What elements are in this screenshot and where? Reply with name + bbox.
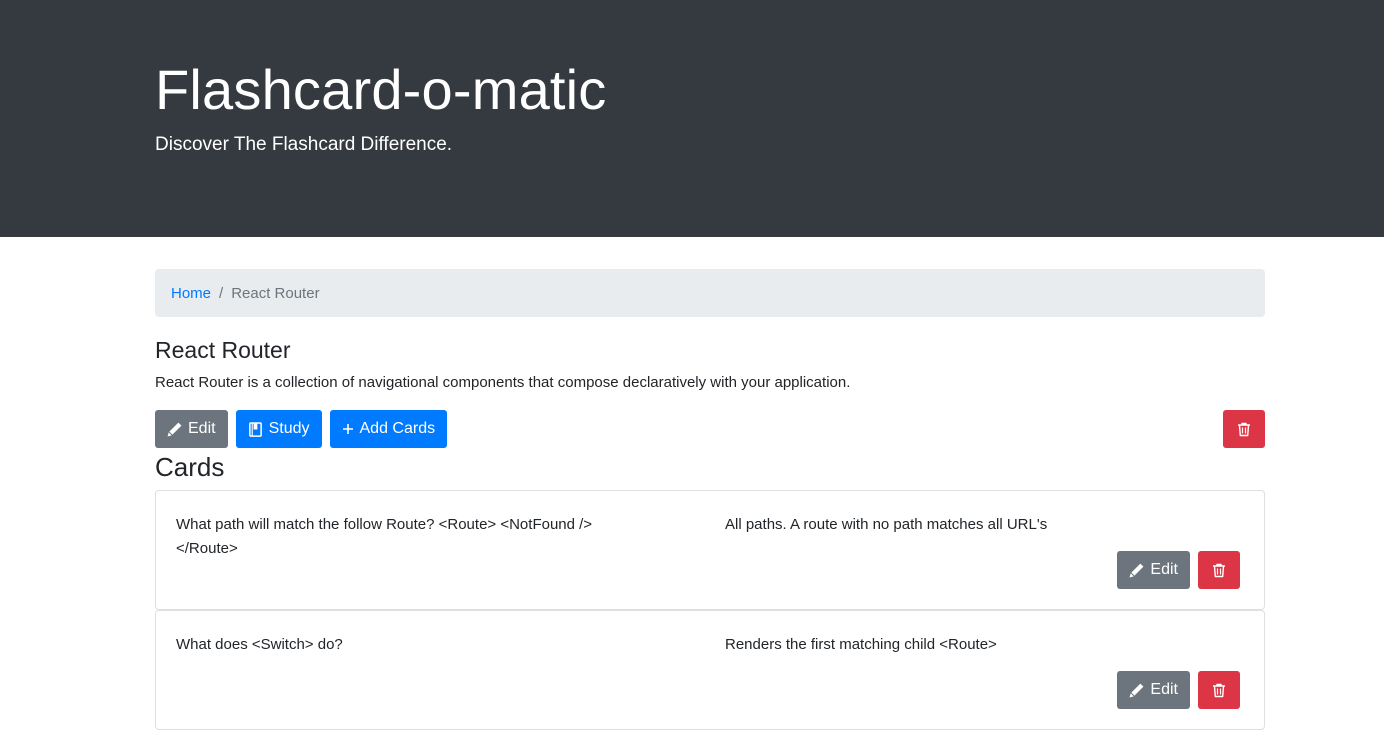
card-item: What does <Switch> do? Renders the first…	[155, 610, 1265, 730]
breadcrumb-home-link[interactable]: Home	[171, 285, 211, 302]
breadcrumb-separator: /	[219, 284, 224, 302]
trash-icon	[1211, 562, 1227, 578]
delete-deck-button[interactable]	[1223, 410, 1265, 448]
add-cards-label: Add Cards	[359, 420, 436, 437]
trash-icon	[1236, 421, 1252, 437]
edit-card-label: Edit	[1150, 561, 1178, 578]
edit-card-label: Edit	[1150, 681, 1178, 698]
card-back-text: Renders the first matching child <Route>	[725, 636, 997, 653]
deck-title: React Router	[155, 337, 291, 363]
card-actions: Edit	[1117, 671, 1240, 709]
edit-card-button[interactable]: Edit	[1117, 671, 1190, 709]
edit-deck-label: Edit	[188, 420, 216, 437]
breadcrumb-current: React Router	[231, 284, 320, 302]
pencil-icon	[167, 422, 182, 437]
app-title: Flashcard-o-matic	[155, 58, 607, 121]
card-item: What path will match the follow Route? <…	[155, 490, 1265, 610]
app-tagline: Discover The Flashcard Difference.	[155, 134, 453, 155]
header-jumbotron: Flashcard-o-matic Discover The Flashcard…	[0, 0, 1384, 237]
breadcrumb: Home / React Router	[155, 269, 1265, 317]
delete-card-button[interactable]	[1198, 671, 1240, 709]
deck-actions: Edit Study Add Cards	[155, 410, 448, 448]
add-cards-button[interactable]: Add Cards	[329, 410, 448, 448]
card-actions: Edit	[1117, 551, 1240, 589]
delete-card-button[interactable]	[1198, 551, 1240, 589]
card-back-text: All paths. A route with no path matches …	[725, 516, 1048, 533]
cards-heading: Cards	[155, 452, 225, 482]
study-label: Study	[268, 420, 310, 437]
plus-icon	[342, 423, 354, 435]
card-front-text: What does <Switch> do?	[176, 636, 343, 653]
study-button[interactable]: Study	[235, 410, 322, 448]
trash-icon	[1211, 682, 1227, 698]
edit-card-button[interactable]: Edit	[1117, 551, 1190, 589]
book-icon	[248, 421, 263, 437]
pencil-icon	[1129, 563, 1144, 578]
deck-description: React Router is a collection of navigati…	[155, 374, 851, 391]
pencil-icon	[1129, 683, 1144, 698]
card-front-text: What path will match the follow Route? <…	[176, 516, 593, 557]
edit-deck-button[interactable]: Edit	[155, 410, 228, 448]
